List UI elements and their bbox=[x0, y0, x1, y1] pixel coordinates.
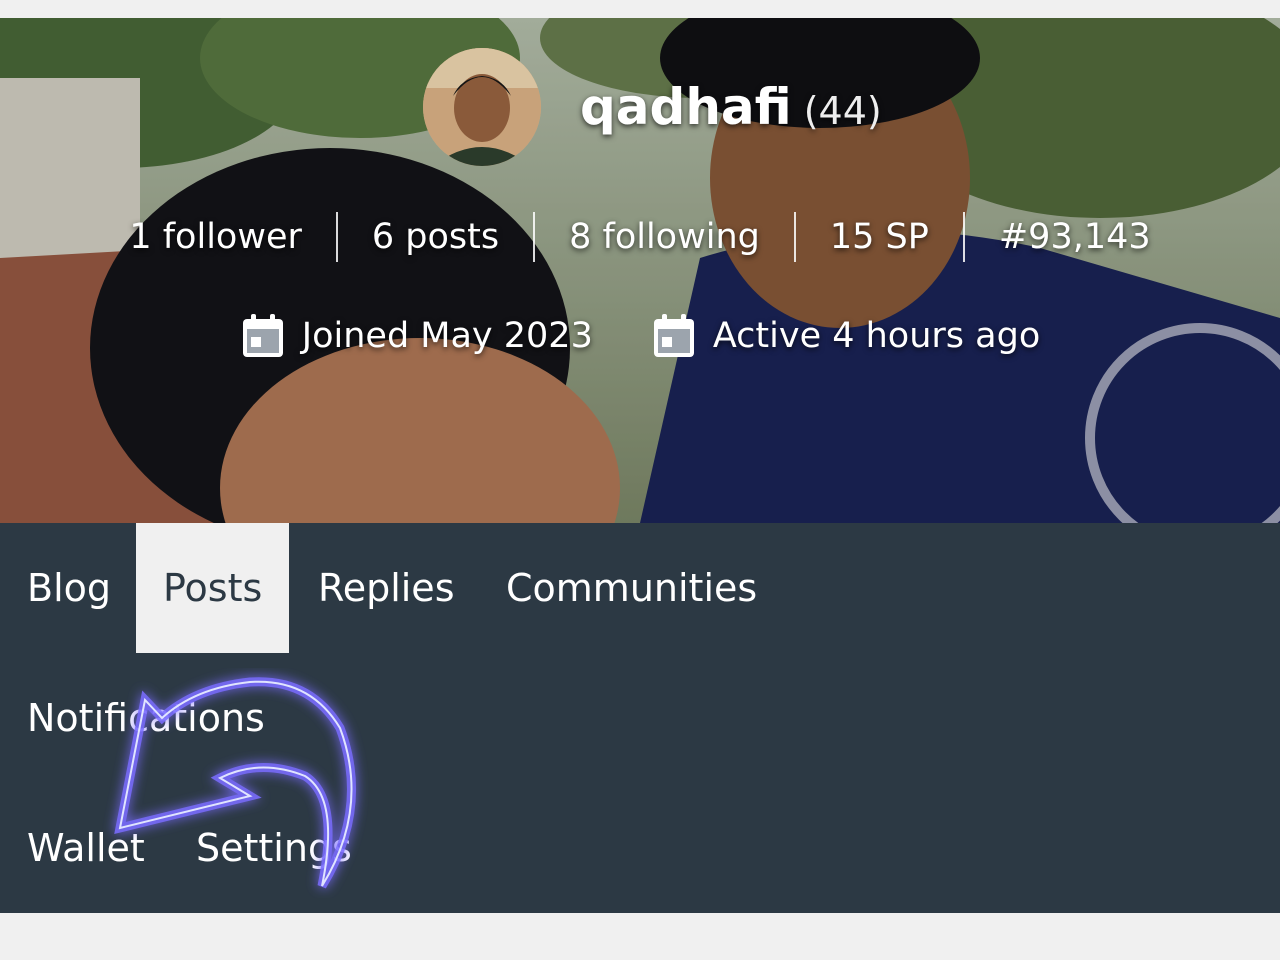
tab-blog[interactable]: Blog bbox=[27, 523, 111, 653]
reputation-score: (44) bbox=[803, 89, 882, 133]
steem-power[interactable]: 15 SP bbox=[796, 217, 963, 257]
followers-count[interactable]: 1 follower bbox=[95, 217, 336, 257]
profile-nav: Blog Posts Replies Communities Notificat… bbox=[0, 523, 1280, 913]
username-row: qadhafi (44) bbox=[580, 78, 882, 136]
profile-stats: 1 follower 6 posts 8 following 15 SP #93… bbox=[0, 212, 1280, 262]
profile-meta: Joined May 2023 Active 4 hours ago bbox=[0, 312, 1280, 360]
profile-page: qadhafi (44) 1 follower 6 posts 8 follow… bbox=[0, 0, 1280, 960]
avatar[interactable] bbox=[423, 48, 541, 166]
calendar-icon bbox=[242, 314, 283, 357]
tab-wallet[interactable]: Wallet bbox=[27, 783, 145, 913]
joined-date: Joined May 2023 bbox=[240, 312, 593, 360]
avatar-image bbox=[423, 48, 541, 166]
username[interactable]: qadhafi bbox=[580, 78, 792, 136]
tab-posts[interactable]: Posts bbox=[136, 523, 290, 653]
tab-replies[interactable]: Replies bbox=[318, 523, 455, 653]
tab-settings[interactable]: Settings bbox=[196, 783, 352, 913]
rank: #93,143 bbox=[998, 217, 1151, 257]
tab-communities[interactable]: Communities bbox=[506, 523, 757, 653]
following-count[interactable]: 8 following bbox=[535, 217, 794, 257]
active-label: Active 4 hours ago bbox=[712, 316, 1041, 356]
posts-count[interactable]: 6 posts bbox=[338, 217, 533, 257]
joined-label: Joined May 2023 bbox=[301, 316, 593, 356]
tab-notifications[interactable]: Notifications bbox=[27, 653, 265, 783]
calendar-icon bbox=[653, 314, 694, 357]
last-active: Active 4 hours ago bbox=[651, 312, 1040, 360]
